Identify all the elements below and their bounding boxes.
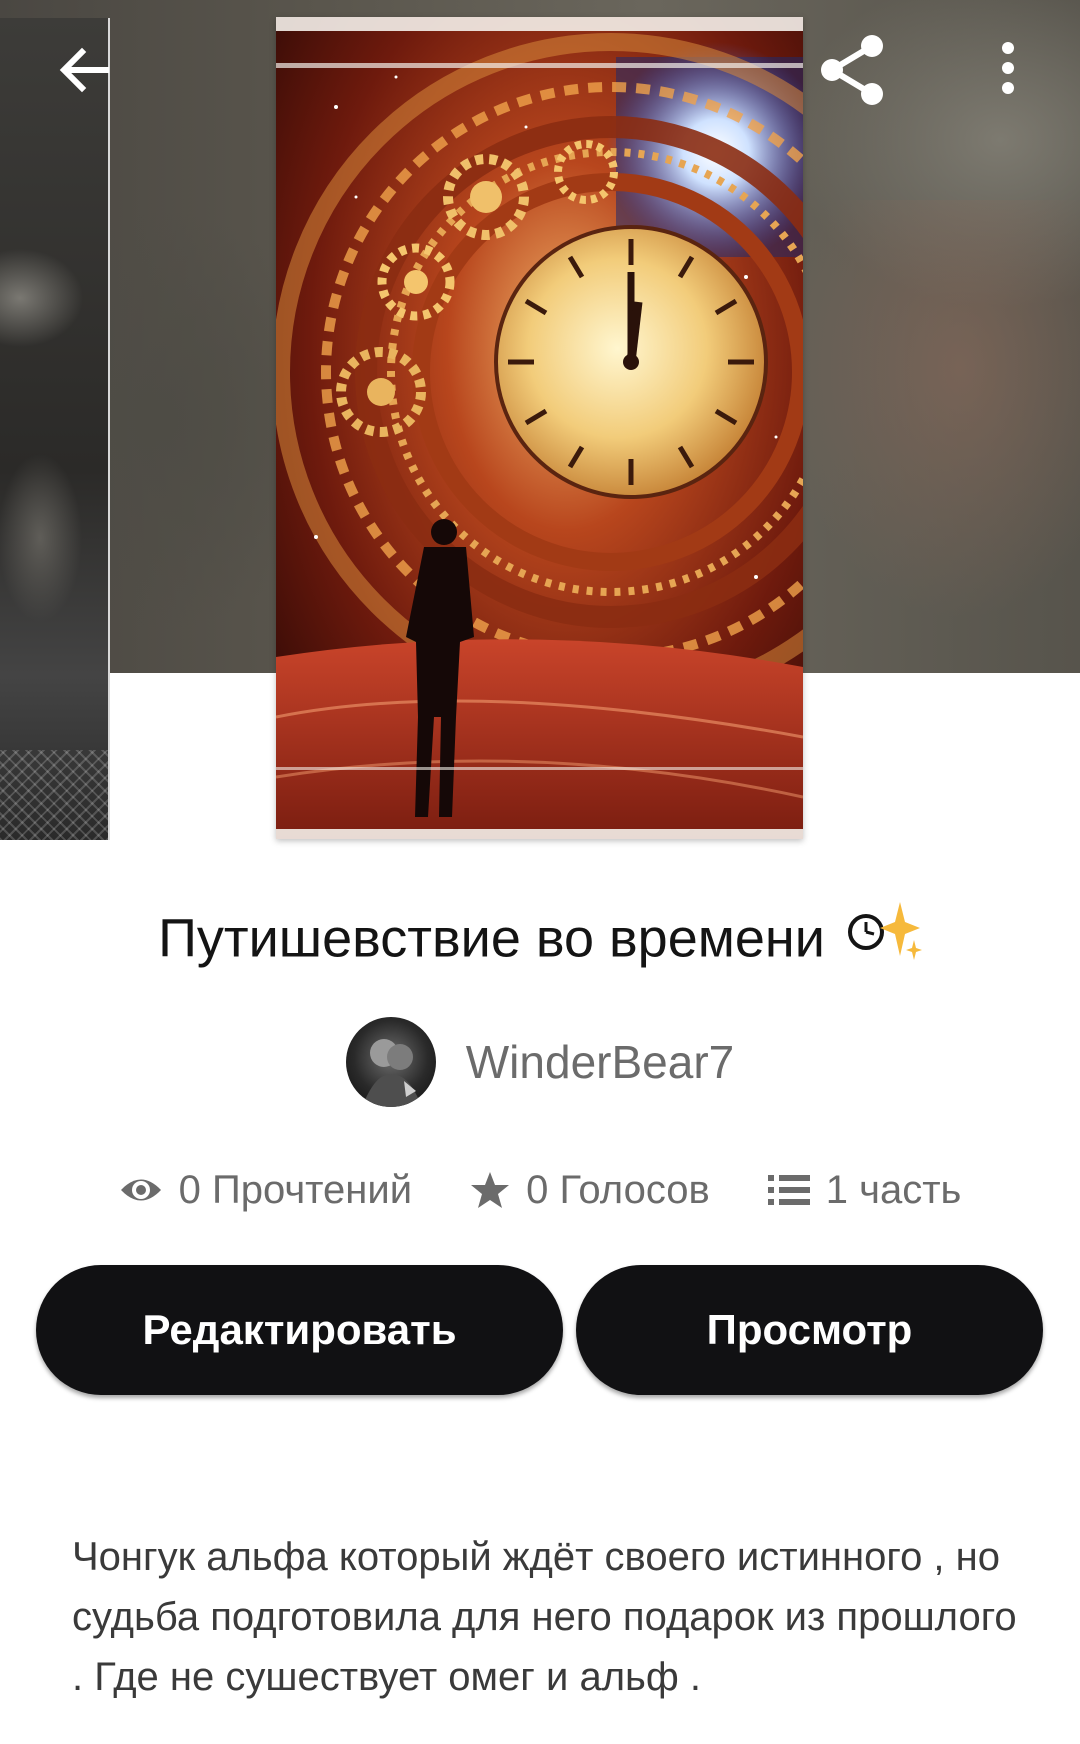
stats-row: 0 Прочтений 0 Голосов 1 часть bbox=[0, 1160, 1080, 1220]
back-button[interactable] bbox=[44, 30, 124, 110]
more-options-button[interactable] bbox=[968, 30, 1048, 110]
author-row[interactable]: WinderBear7 bbox=[0, 1017, 1080, 1107]
title-emoji bbox=[847, 896, 922, 988]
votes-count: 0 Голосов bbox=[526, 1167, 710, 1212]
reads-count: 0 Прочтений bbox=[178, 1167, 413, 1212]
avatar-image bbox=[361, 1039, 422, 1107]
story-description: Чонгук альфа который ждёт своего истинно… bbox=[72, 1535, 1017, 1699]
story-title-text: Путишевствие во времени bbox=[158, 908, 825, 969]
view-button[interactable]: Просмотр bbox=[576, 1265, 1043, 1395]
timer-sparkles-icon bbox=[847, 902, 922, 960]
author-avatar[interactable] bbox=[345, 1017, 436, 1107]
parts-count: 1 часть bbox=[825, 1167, 962, 1212]
votes-stat: 0 Голосов bbox=[470, 1168, 710, 1213]
previous-cover[interactable] bbox=[0, 18, 110, 840]
share-icon bbox=[821, 35, 883, 105]
more-vertical-icon bbox=[1002, 42, 1014, 94]
backdrop-blur bbox=[780, 200, 1080, 620]
cover-art bbox=[276, 17, 803, 839]
reads-stat: 0 Прочтений bbox=[119, 1168, 412, 1213]
arrow-left-icon bbox=[59, 47, 109, 93]
share-button[interactable] bbox=[812, 30, 892, 110]
parts-stat[interactable]: 1 часть bbox=[767, 1167, 962, 1213]
star-icon bbox=[471, 1172, 510, 1208]
eye-icon bbox=[120, 1179, 161, 1201]
edit-button[interactable]: Редактировать bbox=[36, 1265, 563, 1395]
story-title: Путишевствие во времени bbox=[0, 896, 1080, 988]
list-icon bbox=[767, 1175, 810, 1205]
author-name[interactable]: WinderBear7 bbox=[466, 1035, 734, 1089]
cover-texture bbox=[0, 750, 108, 840]
story-cover bbox=[276, 17, 803, 839]
